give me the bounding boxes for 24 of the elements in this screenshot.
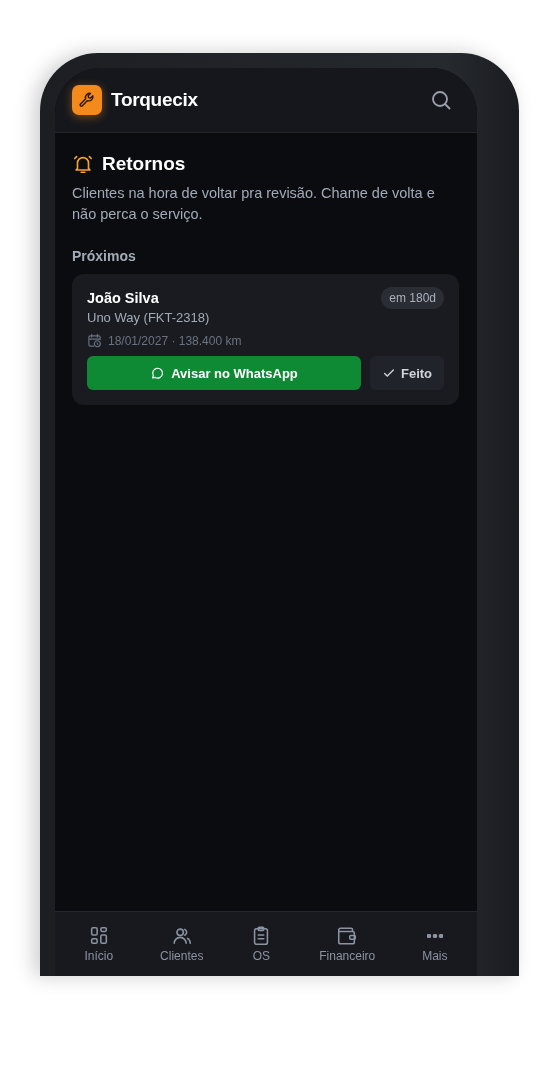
check-icon bbox=[381, 366, 396, 380]
bell-icon bbox=[72, 153, 94, 175]
nav-tab[interactable]: Financeiro bbox=[315, 923, 380, 965]
wallet-icon bbox=[336, 925, 359, 947]
page-description: Clientes na hora de voltar pra revisão. Chame de volta e não perca o serviço. bbox=[72, 184, 436, 224]
nav-tab[interactable]: OS bbox=[246, 923, 277, 965]
chat-bubble-icon bbox=[150, 366, 165, 380]
nav-tab[interactable]: Clientes bbox=[156, 923, 208, 965]
section-title: Próximos bbox=[72, 248, 137, 264]
client-name: João Silva bbox=[87, 290, 160, 306]
nav-tab[interactable]: Mais bbox=[418, 923, 452, 965]
vehicle-text: Uno Way (FKT-2318) bbox=[87, 310, 210, 325]
calendar-clock-icon bbox=[87, 333, 102, 348]
done-button[interactable]: Feito bbox=[370, 356, 444, 390]
nav-tab[interactable]: Início bbox=[80, 923, 118, 965]
wrench-icon bbox=[72, 85, 102, 115]
due-badge: em 180d bbox=[381, 287, 444, 309]
whatsapp-button[interactable]: Avisar no WhatsApp bbox=[87, 356, 361, 390]
app-name: Torquecix bbox=[111, 89, 198, 111]
users-icon bbox=[170, 925, 193, 947]
search-icon[interactable] bbox=[430, 89, 452, 111]
page-title: Retornos bbox=[102, 153, 186, 175]
more-icon bbox=[426, 934, 443, 938]
date-mileage-text: 18/01/2027 · 138.400 km bbox=[108, 333, 242, 348]
